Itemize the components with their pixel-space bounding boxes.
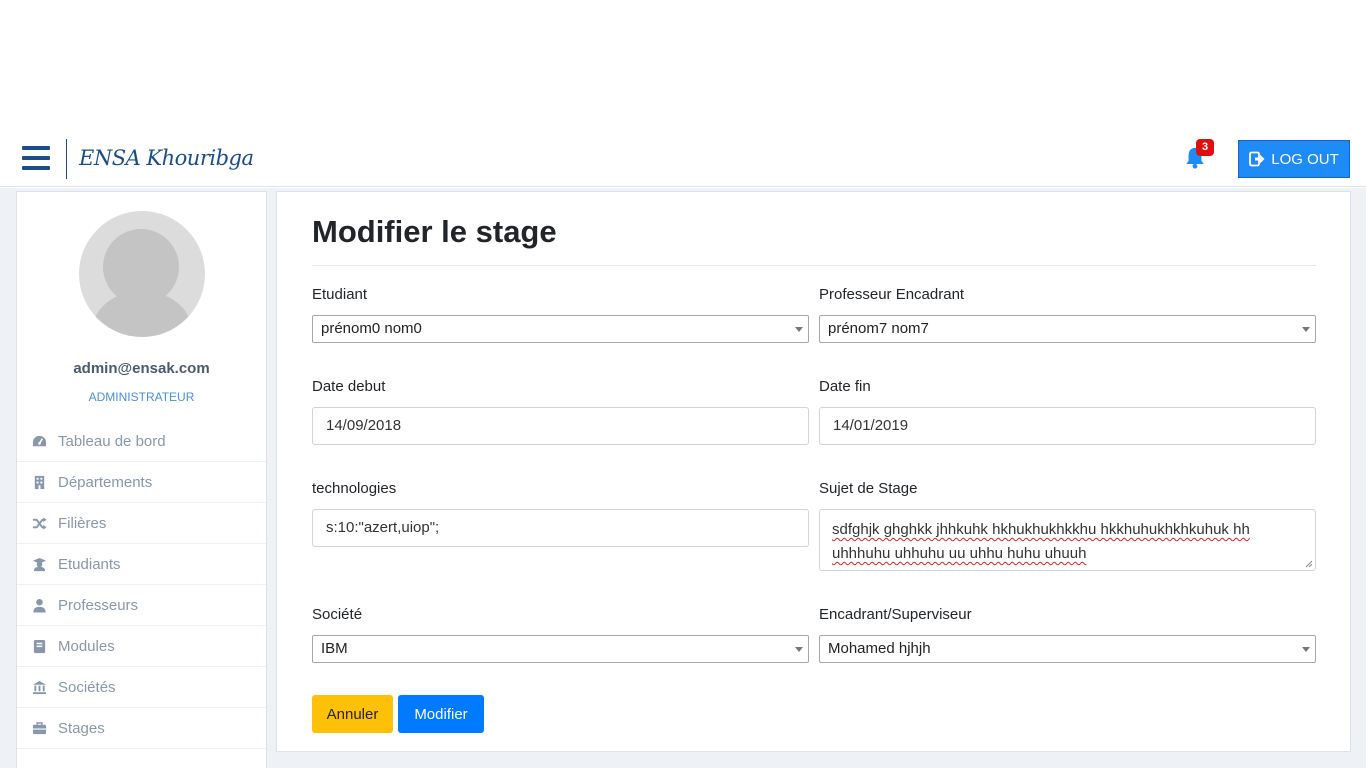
top-navbar: ENSA Khouribga 3 LOG OUT	[0, 138, 1366, 187]
sidebar-item-label: Stages	[58, 719, 105, 737]
societe-select[interactable]: IBM	[312, 635, 809, 663]
avatar	[79, 211, 205, 337]
sidebar-item-label: Tableau de bord	[58, 432, 166, 450]
sidebar: admin@ensak.com ADMINISTRATEUR Tableau d…	[16, 191, 267, 768]
logout-button[interactable]: LOG OUT	[1238, 140, 1350, 178]
sidebar-item-tableau-de-bord[interactable]: Tableau de bord	[17, 421, 266, 462]
sidebar-item-etudiants[interactable]: Etudiants	[17, 544, 266, 585]
sidebar-item-label: Filières	[58, 514, 107, 532]
date-fin-label: Date fin	[819, 378, 871, 395]
chevron-down-icon	[1302, 647, 1310, 652]
resize-handle-icon[interactable]	[1305, 560, 1313, 568]
etudiant-select-value: prénom0 nom0	[321, 320, 422, 337]
professeur-label: Professeur Encadrant	[819, 286, 965, 303]
date-debut-label: Date debut	[312, 378, 386, 395]
societe-label: Société	[312, 606, 363, 623]
chevron-down-icon	[1302, 327, 1310, 332]
menu-toggle-icon[interactable]	[22, 146, 50, 170]
bank-icon	[32, 680, 47, 694]
societe-select-value: IBM	[321, 640, 348, 657]
sidebar-item-modules[interactable]: Modules	[17, 626, 266, 667]
brand-divider	[66, 139, 67, 179]
sujet-text: sdfghjk ghghkk jhhkuhk hkhukhukhkkhu hkk…	[832, 521, 1250, 562]
sign-out-icon	[1249, 151, 1265, 167]
sidebar-item-departements[interactable]: Départements	[17, 462, 266, 503]
logout-label: LOG OUT	[1271, 150, 1339, 168]
encadrant-select[interactable]: Mohamed hjhjh	[819, 635, 1316, 663]
technologies-label: technologies	[312, 480, 397, 497]
sidebar-item-societes[interactable]: Sociétés	[17, 667, 266, 708]
etudiant-label: Etudiant	[312, 286, 368, 303]
cancel-button[interactable]: Annuler	[312, 695, 393, 733]
sidebar-item-label: Départements	[58, 473, 153, 491]
encadrant-select-value: Mohamed hjhjh	[828, 640, 931, 657]
sidebar-item-label: Sociétés	[58, 678, 116, 696]
date-fin-input[interactable]: 14/01/2019	[819, 407, 1316, 445]
sujet-textarea[interactable]: sdfghjk ghghkk jhhkuhk hkhukhukhkkhu hkk…	[819, 509, 1316, 571]
user-icon	[33, 598, 46, 613]
title-divider	[312, 265, 1316, 266]
professeur-select[interactable]: prénom7 nom7	[819, 315, 1316, 343]
chevron-down-icon	[795, 327, 803, 332]
sidebar-item-stages[interactable]: Stages	[17, 708, 266, 749]
technologies-input[interactable]: s:10:"azert,uiop";	[312, 509, 809, 547]
date-debut-input[interactable]: 14/09/2018	[312, 407, 809, 445]
user-email: admin@ensak.com	[73, 360, 210, 377]
brand-logo[interactable]: ENSA Khouribga	[79, 146, 254, 170]
user-role: ADMINISTRATEUR	[88, 390, 195, 404]
sidebar-item-professeurs[interactable]: Professeurs	[17, 585, 266, 626]
dashboard-icon	[32, 435, 47, 446]
page-title: Modifier le stage	[312, 214, 557, 249]
sidebar-item-label: Professeurs	[58, 596, 139, 614]
sidebar-item-label: Modules	[58, 637, 115, 655]
sidebar-item-filieres[interactable]: Filières	[17, 503, 266, 544]
sidebar-nav: Tableau de bord Départements Filières Et…	[17, 421, 266, 749]
book-icon	[33, 639, 46, 653]
professeur-select-value: prénom7 nom7	[828, 320, 929, 337]
encadrant-label: Encadrant/Superviseur	[819, 606, 972, 623]
building-icon	[34, 475, 45, 489]
notification-count-badge: 3	[1196, 139, 1214, 156]
etudiant-select[interactable]: prénom0 nom0	[312, 315, 809, 343]
submit-button[interactable]: Modifier	[398, 695, 484, 733]
sidebar-item-label: Etudiants	[58, 555, 121, 573]
shuffle-icon	[32, 516, 47, 530]
graduate-icon	[32, 557, 47, 571]
chevron-down-icon	[795, 647, 803, 652]
sujet-label: Sujet de Stage	[819, 480, 918, 497]
edit-stage-card: Modifier le stage Etudiant prénom0 nom0 …	[276, 191, 1351, 752]
briefcase-icon	[32, 721, 47, 734]
